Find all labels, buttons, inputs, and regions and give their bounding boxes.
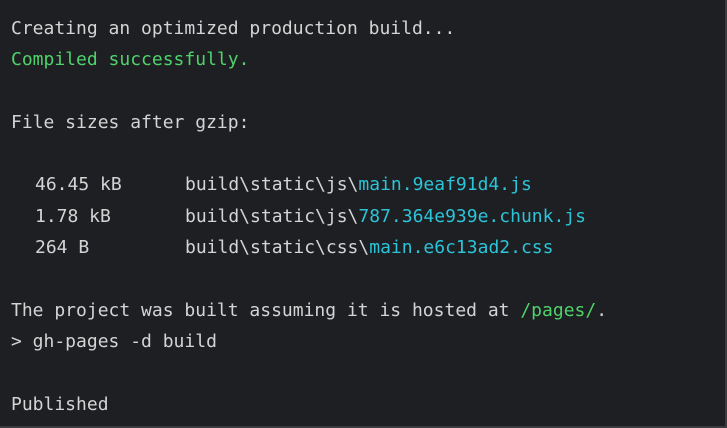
hosted-info-line: The project was built assuming it is hos…: [11, 295, 725, 326]
file-name: 787.364e939e.chunk.js: [358, 205, 586, 227]
file-name: main.e6c13ad2.css: [369, 237, 554, 259]
file-row: 264 B build\static\css\main.e6c13ad2.css: [11, 232, 725, 263]
terminal-output[interactable]: Creating an optimized production build..…: [0, 0, 727, 428]
file-directory: build\static\js\: [185, 205, 359, 227]
file-sizes-heading: File sizes after gzip:: [11, 111, 250, 133]
file-row: 46.45 kB build\static\js\main.9eaf91d4.js: [11, 169, 725, 200]
published-line: Published: [11, 393, 109, 415]
command-line: > gh-pages -d build: [11, 330, 217, 352]
file-row: 1.78 kB build\static\js\787.364e939e.chun…: [11, 201, 725, 232]
hosted-suffix: .: [596, 299, 608, 321]
file-name: main.9eaf91d4.js: [358, 174, 532, 196]
file-size: 264 B: [35, 237, 90, 259]
file-size: 1.78 kB: [35, 205, 111, 227]
file-directory: build\static\js\: [185, 174, 359, 196]
hosted-path: /pages/: [520, 299, 597, 321]
file-size: 46.45 kB: [35, 174, 122, 196]
build-status-line: Creating an optimized production build..…: [11, 18, 456, 39]
file-directory: build\static\css\: [185, 237, 370, 259]
hosted-prefix: The project was built assuming it is hos…: [11, 299, 521, 321]
compiled-success-line: Compiled successfully.: [11, 49, 250, 71]
